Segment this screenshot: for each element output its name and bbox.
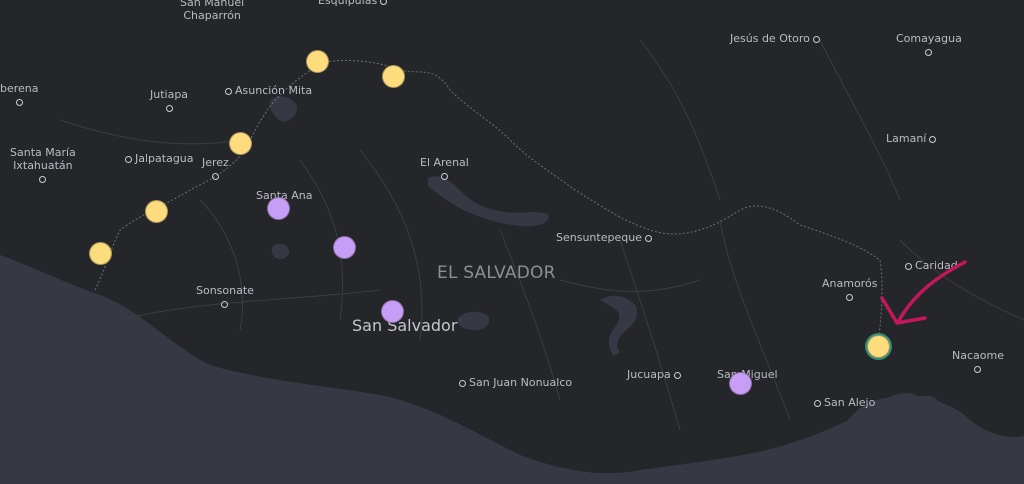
place-label-sensuntepeque: Sensuntepeque	[556, 231, 655, 244]
place-name: Sensuntepeque	[556, 231, 642, 244]
place-name: San Manuel Chaparrón	[180, 0, 245, 22]
city-dot-icon	[929, 135, 937, 143]
map-marker-yellow[interactable]	[228, 131, 252, 155]
place-name: Jutiapa	[150, 88, 189, 101]
city-dot-icon	[211, 172, 219, 180]
map-marker-purple[interactable]	[266, 196, 290, 220]
lake-coatepeque	[271, 243, 290, 260]
place-name: berena	[0, 82, 39, 95]
place-label-nacaome: Nacaome	[952, 349, 1004, 375]
lake-guija	[269, 96, 298, 122]
city-dot-icon	[644, 234, 652, 242]
place-name: Asunción Mita	[235, 84, 313, 97]
capital-label: San Salvador	[352, 316, 458, 335]
city-dot-icon	[814, 399, 821, 407]
city-dot-icon	[380, 0, 388, 5]
place-label-lamani: Lamaní	[886, 132, 939, 145]
map-marker-yellow[interactable]	[144, 199, 168, 223]
map-canvas[interactable]: EL SALVADOR San Salvador San Manuel Chap…	[0, 0, 1024, 484]
place-name: Esquipulas	[318, 0, 378, 7]
place-label-barberena: berena	[0, 82, 39, 108]
basemap	[0, 39, 1024, 484]
place-name: Caridad	[915, 259, 958, 272]
country-label: EL SALVADOR	[437, 263, 556, 283]
city-dot-icon	[225, 87, 232, 95]
place-label-jucuapa: Jucuapa	[627, 368, 684, 381]
city-dot-icon	[905, 262, 912, 270]
map-marker-yellow[interactable]	[381, 64, 405, 88]
place-name: Jerez	[202, 156, 229, 169]
city-dot-icon	[165, 104, 173, 112]
place-name: Jesús de Otoro	[730, 32, 810, 45]
place-label-esquipulas: Esquipulas	[318, 0, 390, 7]
lake-ilopango	[457, 311, 490, 331]
city-dot-icon	[440, 172, 448, 180]
map-marker-yellow-selected[interactable]	[866, 334, 890, 358]
place-label-jutiapa: Jutiapa	[150, 88, 188, 114]
place-label-jalpatagua: Jalpatagua	[122, 152, 194, 165]
city-dot-icon	[459, 379, 466, 387]
map-marker-purple[interactable]	[380, 299, 404, 323]
place-name: San Juan Nonualco	[469, 376, 573, 389]
reservoir-cerron-grande	[428, 176, 549, 227]
place-name: Lamaní	[886, 132, 927, 145]
map-marker-yellow[interactable]	[305, 49, 329, 73]
map-marker-purple[interactable]	[728, 371, 752, 395]
map-marker-purple[interactable]	[332, 235, 356, 259]
place-name: Jalpatagua	[135, 152, 194, 165]
place-label-santa-maria-ixtahuatan: Santa María Ixtahuatán	[10, 146, 76, 185]
city-dot-icon	[974, 365, 982, 373]
place-name: Comayagua	[896, 32, 962, 45]
map-marker-yellow[interactable]	[88, 241, 112, 265]
place-label-san-manuel-chaparron: San Manuel Chaparrón	[180, 0, 244, 22]
city-dot-icon	[39, 175, 47, 183]
city-dot-icon	[673, 371, 681, 379]
river-lempa	[600, 295, 638, 356]
city-dot-icon	[15, 98, 23, 106]
place-label-comayagua: Comayagua	[896, 32, 962, 58]
place-label-san-juan-nonualco: San Juan Nonualco	[456, 376, 572, 389]
city-dot-icon	[125, 155, 132, 163]
place-label-asuncion-mita: Asunción Mita	[222, 84, 312, 97]
city-dot-icon	[221, 300, 229, 308]
city-dot-icon	[812, 35, 820, 43]
place-label-el-arenal: El Arenal	[420, 156, 469, 182]
place-name: Anamorós	[822, 277, 878, 290]
city-dot-icon	[925, 48, 933, 56]
place-name: El Arenal	[420, 156, 469, 169]
place-label-caridad: Caridad	[902, 259, 958, 272]
place-label-anamoros: Anamorós	[822, 277, 877, 303]
place-name: Santa María Ixtahuatán	[10, 146, 76, 172]
place-name: San Alejo	[824, 396, 876, 409]
city-dot-icon	[846, 293, 854, 301]
place-label-san-alejo: San Alejo	[811, 396, 875, 409]
place-name: Sonsonate	[196, 284, 254, 297]
place-name: Jucuapa	[627, 368, 671, 381]
place-name: Nacaome	[952, 349, 1004, 362]
place-label-jesus-de-otoro: Jesús de Otoro	[730, 32, 823, 45]
place-label-jerez: Jerez	[202, 156, 229, 182]
place-label-sonsonate: Sonsonate	[196, 284, 254, 310]
